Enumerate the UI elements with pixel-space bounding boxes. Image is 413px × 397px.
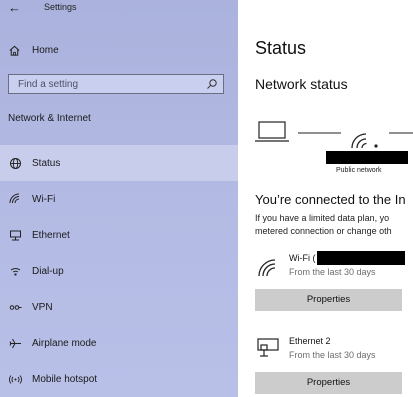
network-status-heading: Network status xyxy=(255,76,348,92)
ethernet-usage-subtitle: From the last 30 days xyxy=(289,350,376,360)
search-placeholder: Find a setting xyxy=(18,79,79,90)
sidebar-item-wifi[interactable]: Wi-Fi xyxy=(0,181,238,217)
sidebar: ← Settings Home Find a setting Network &… xyxy=(0,0,238,397)
ethernet-icon xyxy=(8,228,22,242)
redacted-wifi-name xyxy=(317,251,405,265)
sidebar-item-airplane-mode[interactable]: Airplane mode xyxy=(0,325,238,361)
wifi-icon xyxy=(258,259,276,277)
home-nav-item[interactable]: Home xyxy=(8,41,59,59)
sidebar-item-mobile-hotspot[interactable]: Mobile hotspot xyxy=(0,361,238,397)
vpn-icon xyxy=(8,300,22,314)
connected-heading: You’re connected to the In xyxy=(255,192,406,207)
airplane-icon xyxy=(8,336,22,350)
ethernet-connection-name: Ethernet 2 xyxy=(289,336,331,346)
sidebar-item-label: Status xyxy=(32,157,61,169)
sidebar-item-label: Ethernet xyxy=(32,229,70,241)
sidebar-item-ethernet[interactable]: Ethernet xyxy=(0,217,238,253)
title-bar: ← Settings xyxy=(0,0,238,22)
wifi-connection-name: Wi-Fi ( xyxy=(289,253,316,263)
wifi-icon xyxy=(8,192,22,206)
search-input[interactable]: Find a setting xyxy=(8,74,224,94)
sidebar-item-vpn[interactable]: VPN xyxy=(0,289,238,325)
sidebar-item-label: Wi-Fi xyxy=(32,193,56,205)
wifi-icon xyxy=(351,133,378,149)
network-type-label: Public network xyxy=(336,167,382,174)
globe-icon xyxy=(8,156,22,170)
section-title: Network & Internet xyxy=(8,113,91,124)
metered-info-line: If you have a limited data plan, yo xyxy=(255,213,390,223)
back-arrow-icon[interactable]: ← xyxy=(8,0,21,15)
redacted-network-name xyxy=(326,151,408,164)
home-label: Home xyxy=(32,44,59,56)
dialup-icon xyxy=(8,264,22,278)
metered-info-line: metered connection or change oth xyxy=(255,226,392,236)
sidebar-item-status[interactable]: Status xyxy=(0,145,238,181)
laptop-icon xyxy=(255,121,289,142)
app-title: Settings xyxy=(44,2,77,12)
main-content: Status Network status Public network You… xyxy=(238,0,413,397)
sidebar-item-label: Airplane mode xyxy=(32,337,97,349)
sidebar-item-label: Mobile hotspot xyxy=(32,373,98,385)
sidebar-item-label: Dial-up xyxy=(32,265,64,277)
hotspot-icon xyxy=(8,372,22,386)
ethernet-properties-button[interactable]: Properties xyxy=(255,372,402,394)
wifi-usage-subtitle: From the last 30 days xyxy=(289,267,376,277)
metered-info-text: If you have a limited data plan, yo mete… xyxy=(255,212,392,238)
sidebar-item-dialup[interactable]: Dial-up xyxy=(0,253,238,289)
page-title: Status xyxy=(255,38,307,58)
search-icon xyxy=(207,79,217,89)
ethernet-icon xyxy=(257,338,279,357)
sidebar-item-label: VPN xyxy=(32,301,53,313)
home-icon xyxy=(9,45,20,56)
network-diagram xyxy=(255,121,413,149)
wifi-properties-button[interactable]: Properties xyxy=(255,289,402,311)
